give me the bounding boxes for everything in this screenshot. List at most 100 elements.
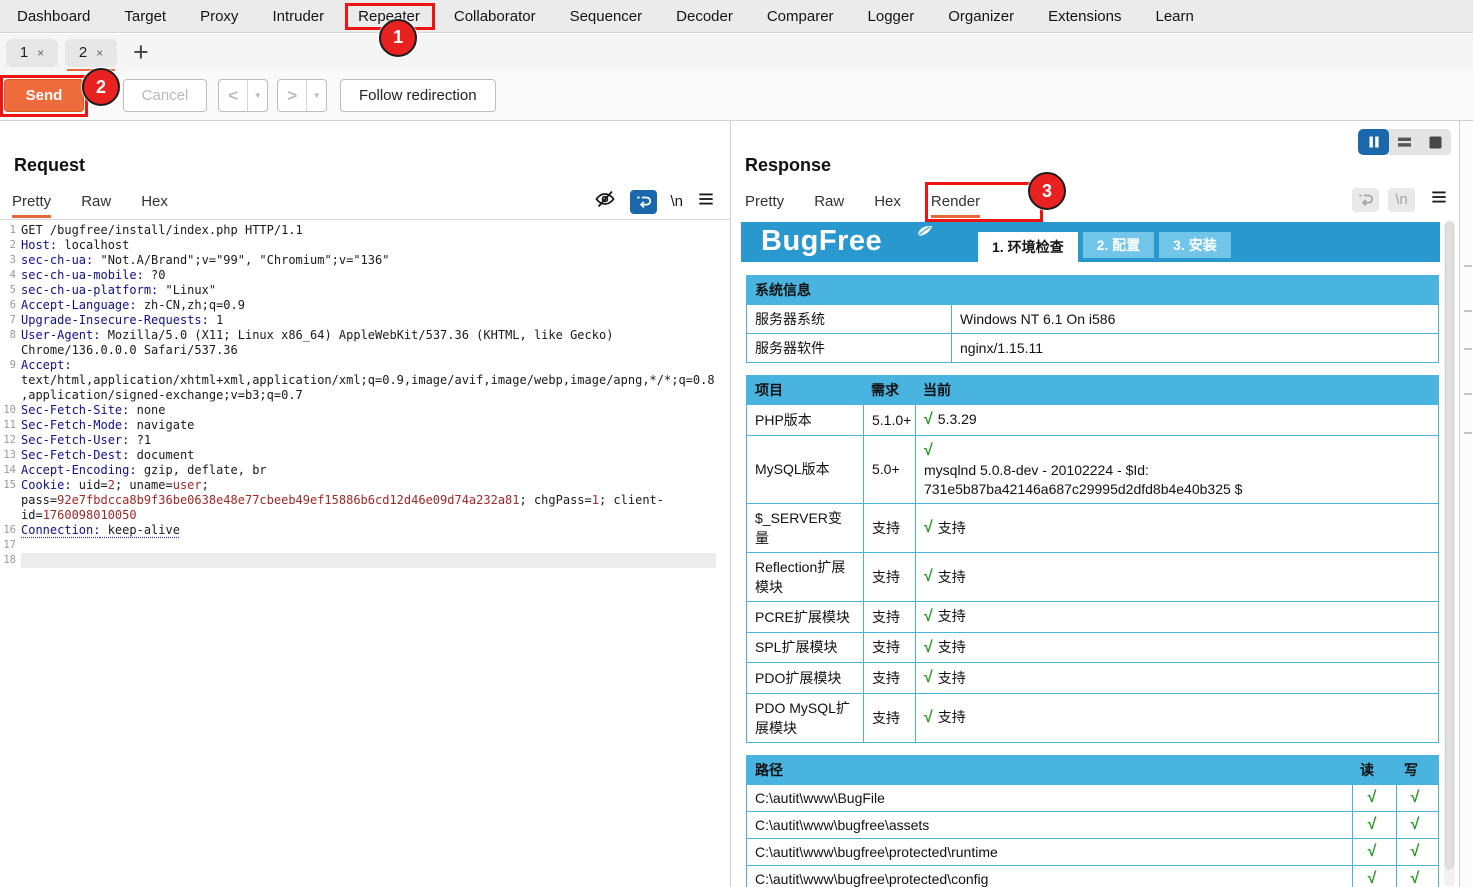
- menu-item-decoder[interactable]: Decoder: [659, 0, 750, 33]
- path-writable: √: [1396, 785, 1438, 811]
- request-line-text[interactable]: Sec-Fetch-Mode: navigate: [21, 418, 730, 433]
- menu-item-label: Proxy: [200, 8, 238, 25]
- line-number: 2: [0, 238, 21, 253]
- stack-view-icon[interactable]: [1389, 129, 1420, 155]
- menu-item-target[interactable]: Target: [107, 0, 183, 33]
- menu-item-label: Organizer: [948, 8, 1014, 25]
- menu-item-sequencer[interactable]: Sequencer: [553, 0, 660, 33]
- request-line-text[interactable]: Connection: keep-alive: [21, 523, 730, 538]
- line-number: 11: [0, 418, 21, 433]
- request-line-row: 17: [0, 538, 730, 553]
- response-scrollbar[interactable]: [1444, 220, 1455, 887]
- install-step-3[interactable]: 3. 安装: [1159, 232, 1231, 258]
- request-line-text[interactable]: Accept-Language: zh-CN,zh;q=0.9: [21, 298, 730, 313]
- response-tab-render[interactable]: Render: [931, 193, 980, 216]
- request-line-text[interactable]: Sec-Fetch-Site: none: [21, 403, 730, 418]
- menu-item-learn[interactable]: Learn: [1138, 0, 1210, 33]
- request-line-text[interactable]: Sec-Fetch-Dest: document: [21, 448, 730, 463]
- show-newlines-icon[interactable]: \n: [670, 193, 683, 210]
- menu-item-logger[interactable]: Logger: [851, 0, 932, 33]
- request-line-row: 11Sec-Fetch-Mode: navigate: [0, 418, 730, 433]
- menu-item-comparer[interactable]: Comparer: [750, 0, 851, 33]
- request-line-text[interactable]: Host: localhost: [21, 238, 730, 253]
- cancel-button[interactable]: Cancel: [123, 79, 207, 112]
- menu-item-repeater[interactable]: Repeater1: [341, 0, 437, 33]
- back-arrow-icon[interactable]: <: [219, 80, 248, 111]
- back-button[interactable]: < ▼: [218, 79, 268, 112]
- hide-preview-icon[interactable]: [593, 187, 617, 216]
- request-line-text[interactable]: Sec-Fetch-User: ?1: [21, 433, 730, 448]
- request-token: "Not.A/Brand";v="99", "Chromium";v="136": [93, 253, 389, 267]
- menu-item-collaborator[interactable]: Collaborator: [437, 0, 553, 33]
- pause-button[interactable]: [1358, 129, 1389, 155]
- install-step-1[interactable]: 1. 环境检查: [978, 232, 1078, 262]
- request-line-text[interactable]: GET /bugfree/install/index.php HTTP/1.1: [21, 223, 730, 238]
- request-token: Upgrade-Insecure-Requests:: [21, 313, 209, 327]
- menu-item-organizer[interactable]: Organizer: [931, 0, 1031, 33]
- column-header: 路径: [747, 756, 1352, 784]
- request-editor[interactable]: 1GET /bugfree/install/index.php HTTP/1.1…: [0, 219, 730, 887]
- requirement-current-text: 支持: [938, 669, 966, 688]
- table-row: Reflection扩展模块支持√支持: [747, 552, 1438, 601]
- request-tab-pretty[interactable]: Pretty: [12, 193, 51, 216]
- repeater-toolbar: Send 2 Cancel < ▼ > ▼ Follow redirection: [0, 71, 1473, 121]
- repeater-tab-2[interactable]: 2×: [65, 39, 117, 67]
- request-line-text[interactable]: sec-ch-ua: "Not.A/Brand";v="99", "Chromi…: [21, 253, 730, 268]
- request-line-text[interactable]: [21, 553, 716, 568]
- path-readable: √: [1352, 812, 1396, 838]
- check-icon: √: [924, 517, 933, 539]
- table-row: PDO扩展模块支持√支持: [747, 662, 1438, 693]
- request-menu-icon[interactable]: [696, 189, 716, 214]
- request-tab-hex[interactable]: Hex: [141, 193, 168, 216]
- install-step-2[interactable]: 2. 配置: [1083, 232, 1155, 258]
- request-line-text[interactable]: [21, 538, 730, 553]
- install-step-tabs: 1. 环境检查2. 配置3. 安装: [978, 232, 1231, 262]
- word-wrap-icon[interactable]: [630, 190, 657, 214]
- check-icon: √: [924, 707, 933, 729]
- requirement-item: PHP版本: [747, 405, 863, 435]
- word-wrap-icon[interactable]: [1352, 188, 1379, 212]
- table-row: $_SERVER变量支持√支持: [747, 503, 1438, 552]
- send-button[interactable]: Send: [4, 79, 84, 112]
- request-tab-raw[interactable]: Raw: [81, 193, 111, 216]
- request-token: navigate: [129, 418, 194, 432]
- forward-button[interactable]: > ▼: [277, 79, 327, 112]
- scrollbar-thumb[interactable]: [1445, 222, 1454, 869]
- path-value: C:\autit\www\bugfree\protected\config: [747, 866, 1352, 887]
- request-line-text[interactable]: User-Agent: Mozilla/5.0 (X11; Linux x86_…: [21, 328, 730, 358]
- line-number: 7: [0, 313, 21, 328]
- request-line-text[interactable]: sec-ch-ua-platform: "Linux": [21, 283, 730, 298]
- request-pane: Request PrettyRawHex: [0, 121, 731, 887]
- show-newlines-icon[interactable]: \n: [1388, 188, 1415, 212]
- request-line-text[interactable]: sec-ch-ua-mobile: ?0: [21, 268, 730, 283]
- line-number: 15: [0, 478, 21, 523]
- forward-dropdown-icon[interactable]: ▼: [307, 80, 326, 111]
- response-menu-icon[interactable]: [1429, 187, 1449, 212]
- follow-redirection-button[interactable]: Follow redirection: [340, 79, 496, 112]
- request-line-row: 14Accept-Encoding: gzip, deflate, br: [0, 463, 730, 478]
- request-line-row: 16Connection: keep-alive: [0, 523, 730, 538]
- requirement-item: PDO扩展模块: [747, 663, 863, 693]
- request-line-text[interactable]: Cookie: uid=2; uname=user; pass=92e7fbdc…: [21, 478, 730, 523]
- stop-button[interactable]: [1420, 129, 1451, 155]
- response-tab-raw[interactable]: Raw: [814, 193, 844, 216]
- request-line-text[interactable]: Accept: text/html,application/xhtml+xml,…: [21, 358, 730, 403]
- menu-item-extensions[interactable]: Extensions: [1031, 0, 1138, 33]
- back-dropdown-icon[interactable]: ▼: [248, 80, 267, 111]
- menu-item-intruder[interactable]: Intruder: [255, 0, 341, 33]
- menu-item-proxy[interactable]: Proxy: [183, 0, 255, 33]
- menu-item-label: Collaborator: [454, 8, 536, 25]
- response-tab-pretty[interactable]: Pretty: [745, 193, 784, 216]
- menu-item-dashboard[interactable]: Dashboard: [0, 0, 107, 33]
- close-tab-icon[interactable]: ×: [37, 46, 44, 60]
- forward-arrow-icon[interactable]: >: [278, 80, 307, 111]
- request-line-text[interactable]: Upgrade-Insecure-Requests: 1: [21, 313, 730, 328]
- repeater-tab-1[interactable]: 1×: [6, 39, 58, 67]
- response-tab-hex[interactable]: Hex: [874, 193, 901, 216]
- table-row: SPL扩展模块支持√支持: [747, 632, 1438, 663]
- paths-rows: C:\autit\www\BugFile√√C:\autit\www\bugfr…: [747, 784, 1438, 887]
- request-line-text[interactable]: Accept-Encoding: gzip, deflate, br: [21, 463, 730, 478]
- close-tab-icon[interactable]: ×: [96, 46, 103, 60]
- add-tab-button[interactable]: +: [133, 39, 149, 66]
- line-number: 17: [0, 538, 21, 553]
